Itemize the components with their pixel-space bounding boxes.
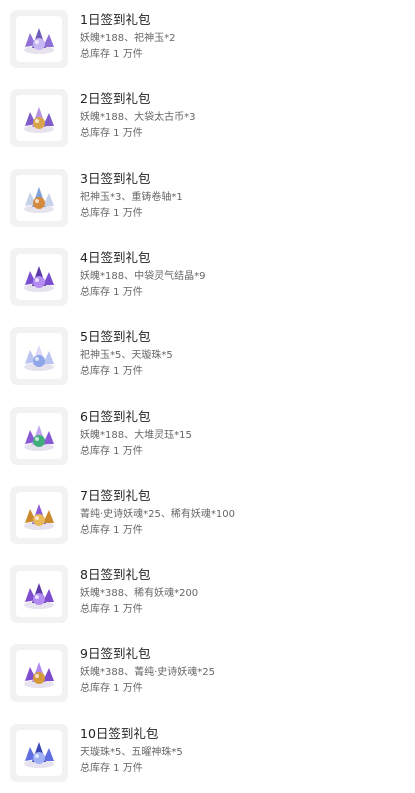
- gift-title: 2日签到礼包: [80, 91, 151, 107]
- purple-crystal-coin-bag-icon: [16, 95, 62, 142]
- gift-text: 2日签到礼包妖魄*188、大袋太古币*3 总库存 1 万件: [80, 91, 407, 140]
- gift-contents: 妖魄*188、大袋太古币*3: [80, 112, 196, 124]
- purple-crystal-gold-orb-icon: [24, 662, 54, 689]
- gift-item[interactable]: 5日签到礼包祀神玉*5、天璇珠*5 总库存 1 万件: [0, 317, 415, 396]
- gift-item[interactable]: 7日签到礼包菁纯·史诗妖魂*25、稀有妖魂*100 总库存 1 万件: [0, 476, 415, 555]
- gift-title: 9日签到礼包: [80, 646, 151, 662]
- jade-scroll-bundle-icon: [16, 174, 62, 221]
- gift-stock: 总库存 1 万件: [80, 683, 143, 695]
- purple-crystal-pouch-icon: [24, 265, 54, 292]
- purple-crystal-pile-icon: [16, 571, 62, 618]
- purple-crystal-gold-orb-icon: [16, 650, 62, 697]
- gift-stock: 总库存 1 万件: [80, 445, 143, 457]
- gift-contents: 妖魄*188、祀神玉*2: [80, 33, 176, 44]
- gift-item[interactable]: 6日签到礼包妖魄*188、大堆灵珏*15 总库存 1 万件: [0, 397, 415, 476]
- gift-contents: 祀神玉*3、重铸卷轴*1: [80, 191, 183, 203]
- gift-contents: 妖魄*188、中袋灵气结晶*9: [80, 270, 206, 282]
- gift-thumbnail: [10, 10, 68, 68]
- gift-item[interactable]: 8日签到礼包妖魄*388、稀有妖魂*200 总库存 1 万件: [0, 555, 415, 634]
- gift-item[interactable]: 3日签到礼包祀神玉*3、重铸卷轴*1 总库存 1 万件: [0, 159, 415, 238]
- purple-crystal-pile-icon: [24, 583, 54, 610]
- gift-thumbnail: [10, 485, 68, 544]
- gift-item[interactable]: 9日签到礼包妖魄*388、菁纯·史诗妖魂*25 总库存 1 万件: [0, 634, 415, 713]
- gift-text: 9日签到礼包妖魄*388、菁纯·史诗妖魂*25 总库存 1 万件: [80, 646, 407, 695]
- gift-stock: 总库存 1 万件: [80, 366, 143, 378]
- gift-title: 6日签到礼包: [80, 408, 151, 424]
- purple-crystal-bundle-icon: [24, 28, 54, 54]
- blue-pearl-bundle-icon: [16, 729, 62, 776]
- jade-pearl-bundle-icon: [16, 333, 62, 380]
- gift-text: 3日签到礼包祀神玉*3、重铸卷轴*1 总库存 1 万件: [80, 171, 407, 220]
- purple-crystal-coin-bag-icon: [24, 107, 54, 134]
- jade-scroll-bundle-icon: [24, 186, 54, 213]
- gift-stock: 总库存 1 万件: [80, 128, 143, 140]
- gift-contents: 妖魄*388、稀有妖魂*200: [80, 588, 199, 600]
- gift-text: 5日签到礼包祀神玉*5、天璇珠*5 总库存 1 万件: [80, 329, 407, 378]
- gift-title: 3日签到礼包: [80, 170, 151, 186]
- gift-title: 5日签到礼包: [80, 329, 151, 345]
- gift-thumbnail: [10, 168, 68, 227]
- gift-title: 1日签到礼包: [80, 12, 151, 27]
- gift-title: 7日签到礼包: [80, 487, 151, 503]
- gift-thumbnail: [10, 247, 68, 306]
- gift-contents: 天璇珠*5、五曜神珠*5: [80, 746, 183, 758]
- gift-stock: 总库存 1 万件: [80, 762, 143, 774]
- gift-thumbnail: [10, 565, 68, 624]
- gift-contents: 菁纯·史诗妖魂*25、稀有妖魂*100: [80, 508, 235, 520]
- golden-soul-orb-icon: [24, 503, 54, 530]
- gift-thumbnail: [10, 644, 68, 703]
- gift-stock: 总库存 1 万件: [80, 524, 143, 536]
- gift-item[interactable]: 10日签到礼包天璇珠*5、五曜神珠*5 总库存 1 万件: [0, 714, 415, 793]
- gift-list: 1日签到礼包 妖魄*188、祀神玉*2 总库存 1 万件 2日签到礼包 妖魄*188、大…: [0, 0, 415, 784]
- gift-text: 7日签到礼包菁纯·史诗妖魂*25、稀有妖魂*100 总库存 1 万件: [80, 488, 407, 537]
- gift-text: 10日签到礼包天璇珠*5、五曜神珠*5 总库存 1 万件: [80, 726, 407, 775]
- gift-thumbnail: [10, 89, 68, 148]
- gift-contents: 祀神玉*5、天璇珠*5: [80, 350, 173, 362]
- gift-title: 4日签到礼包: [80, 249, 151, 265]
- blue-pearl-bundle-icon: [24, 741, 54, 768]
- gift-text: 8日签到礼包妖魄*388、稀有妖魂*200 总库存 1 万件: [80, 567, 407, 616]
- gift-stock: 总库存 1 万件: [80, 604, 143, 616]
- gift-item[interactable]: 1日签到礼包妖魄*188、祀神玉*2 总库存 1 万件: [0, 0, 415, 79]
- gift-stock: 总库存 1 万件: [80, 207, 143, 219]
- gift-item[interactable]: 2日签到礼包妖魄*188、大袋太古币*3 总库存 1 万件: [0, 79, 415, 158]
- gift-contents: 妖魄*188、大堆灵珏*15: [80, 429, 192, 441]
- gift-thumbnail: [10, 406, 68, 465]
- gift-stock: 总库存 1 万件: [80, 49, 143, 60]
- gift-thumbnail: [10, 723, 68, 782]
- gift-stock: 总库存 1 万件: [80, 286, 143, 298]
- gift-text: 4日签到礼包妖魄*188、中袋灵气结晶*9 总库存 1 万件: [80, 250, 407, 299]
- gift-text: 6日签到礼包妖魄*188、大堆灵珏*15 总库存 1 万件: [80, 409, 407, 458]
- gift-item[interactable]: 4日签到礼包妖魄*188、中袋灵气结晶*9 总库存 1 万件: [0, 238, 415, 317]
- gift-title: 10日签到礼包: [80, 725, 159, 741]
- gift-title: 8日签到礼包: [80, 567, 151, 583]
- gift-text: 1日签到礼包妖魄*188、祀神玉*2 总库存 1 万件: [80, 12, 407, 61]
- jade-pearl-bundle-icon: [24, 345, 54, 372]
- gift-thumbnail: [10, 327, 68, 386]
- purple-crystal-pouch-icon: [16, 253, 62, 300]
- purple-green-crystal-icon: [24, 424, 54, 451]
- purple-green-crystal-icon: [16, 412, 62, 459]
- gift-contents: 妖魄*388、菁纯·史诗妖魂*25: [80, 667, 215, 679]
- golden-soul-orb-icon: [16, 491, 62, 538]
- purple-crystal-bundle-icon: [16, 16, 62, 62]
